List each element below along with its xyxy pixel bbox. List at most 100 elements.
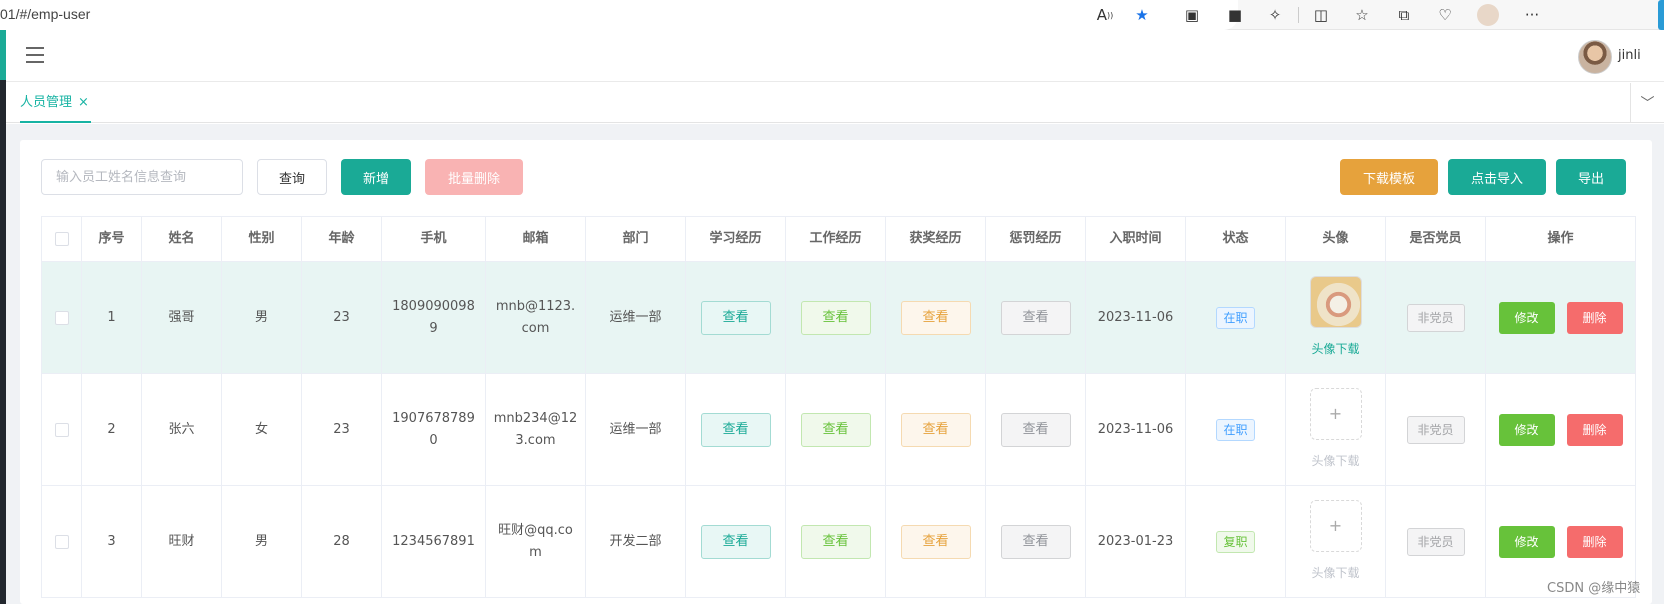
row-checkbox[interactable]: [54, 534, 69, 549]
work-cell: 查看: [786, 262, 886, 373]
view-award-button[interactable]: 查看: [900, 300, 971, 335]
view-study-button[interactable]: 查看: [700, 524, 771, 559]
punish-cell: 查看: [986, 262, 1086, 373]
column-header: 邮箱: [486, 217, 586, 261]
employee-gender: 男: [222, 486, 302, 597]
puzzle-icon[interactable]: ✧: [1264, 4, 1286, 26]
employee-phone: 19076787890: [392, 410, 475, 448]
user-avatar[interactable]: [1578, 40, 1612, 74]
tag-label: 人员管理: [20, 95, 73, 110]
view-study-button[interactable]: 查看: [700, 412, 771, 447]
employee-phone: 18090900989: [392, 298, 475, 336]
profile-avatar-icon[interactable]: [1477, 4, 1499, 26]
collections-icon[interactable]: ⧉: [1393, 4, 1415, 26]
close-icon[interactable]: ×: [78, 95, 89, 110]
select-all-checkbox[interactable]: [54, 232, 69, 246]
status-cell: 复职: [1186, 486, 1286, 597]
work-cell: 查看: [786, 374, 886, 485]
delete-button[interactable]: 删除: [1566, 413, 1623, 446]
edit-button[interactable]: 修改: [1498, 525, 1555, 558]
tag-emp-user[interactable]: 人员管理 ×: [20, 83, 91, 123]
avatar-download-link[interactable]: 头像下载: [1311, 450, 1359, 472]
url-text[interactable]: 01/#/emp-user: [0, 6, 90, 22]
punish-cell: 查看: [986, 486, 1086, 597]
party-status-button[interactable]: 非党员: [1406, 527, 1465, 556]
column-header: 学习经历: [686, 217, 786, 261]
party-cell: 非党员: [1386, 262, 1486, 373]
party-status-button[interactable]: 非党员: [1406, 415, 1465, 444]
avatar-upload-plus-icon[interactable]: +: [1309, 499, 1362, 552]
search-input[interactable]: [41, 159, 243, 195]
view-punish-button[interactable]: 查看: [1000, 300, 1071, 335]
menu-toggle-icon[interactable]: [26, 47, 44, 63]
award-cell: 查看: [886, 486, 986, 597]
view-work-button[interactable]: 查看: [800, 412, 871, 447]
view-punish-button[interactable]: 查看: [1000, 412, 1071, 447]
hire-date: 2023-11-06: [1086, 262, 1186, 373]
employee-name: 旺财: [142, 486, 222, 597]
row-number: 2: [82, 374, 142, 485]
favorite-star-icon[interactable]: ★: [1131, 4, 1153, 26]
more-icon[interactable]: ···: [1521, 4, 1543, 26]
tags-view: 人员管理 × ﹀: [6, 83, 1664, 123]
view-punish-button[interactable]: 查看: [1000, 524, 1071, 559]
avatar-download-link[interactable]: 头像下载: [1311, 338, 1359, 360]
view-study-button[interactable]: 查看: [700, 300, 771, 335]
avatar-cell: + 头像下载: [1286, 486, 1386, 597]
chevron-down-icon[interactable]: ﹀: [1630, 83, 1664, 123]
party-status-button[interactable]: 非党员: [1406, 303, 1465, 332]
address-bar[interactable]: 01/#/emp-user: [0, 0, 1238, 30]
table-row[interactable]: 1 强哥 男 23 18090900989 mnb@1123.com 运维一部 …: [42, 262, 1636, 374]
select-all-cell: [42, 217, 82, 261]
work-cell: 查看: [786, 486, 886, 597]
app-header: jinli: [6, 30, 1664, 82]
employee-email-cell: mnb@1123.com: [486, 262, 586, 373]
column-header: 获奖经历: [886, 217, 986, 261]
view-award-button[interactable]: 查看: [900, 412, 971, 447]
extension-icon[interactable]: ▣: [1181, 4, 1203, 26]
column-header: 头像: [1286, 217, 1386, 261]
download-template-button[interactable]: 下载模板: [1340, 159, 1438, 195]
view-work-button[interactable]: 查看: [800, 524, 871, 559]
delete-button[interactable]: 删除: [1566, 525, 1623, 558]
avatar-upload-plus-icon[interactable]: +: [1309, 387, 1362, 440]
column-header: 姓名: [142, 217, 222, 261]
batch-delete-button[interactable]: 批量删除: [425, 159, 523, 195]
split-screen-icon[interactable]: ◫: [1310, 4, 1332, 26]
import-button[interactable]: 点击导入: [1448, 159, 1546, 195]
edit-button[interactable]: 修改: [1498, 301, 1555, 334]
row-checkbox[interactable]: [54, 422, 69, 437]
employee-name: 强哥: [142, 262, 222, 373]
row-checkbox[interactable]: [54, 310, 69, 325]
add-button[interactable]: 新增: [341, 159, 411, 195]
table-row[interactable]: 2 张六 女 23 19076787890 mnb234@123.com 运维一…: [42, 374, 1636, 486]
view-award-button[interactable]: 查看: [900, 524, 971, 559]
status-badge: 在职: [1216, 306, 1255, 329]
delete-button[interactable]: 删除: [1566, 301, 1623, 334]
column-header: 工作经历: [786, 217, 886, 261]
view-work-button[interactable]: 查看: [800, 300, 871, 335]
extension-icon[interactable]: ■: [1224, 4, 1246, 26]
employee-email: mnb234@123.com: [493, 410, 578, 448]
toolbar-separator: [1298, 7, 1299, 23]
username[interactable]: jinli: [1618, 48, 1641, 63]
table-row[interactable]: 3 旺财 男 28 1234567891 旺财@qq.com 开发二部 查看 查…: [42, 486, 1636, 598]
employee-name: 张六: [142, 374, 222, 485]
employee-avatar-image[interactable]: [1309, 275, 1362, 328]
read-aloud-icon[interactable]: A)): [1094, 4, 1116, 26]
operations-cell: 修改 删除: [1486, 374, 1636, 485]
status-cell: 在职: [1186, 374, 1286, 485]
column-header: 是否党员: [1386, 217, 1486, 261]
employee-email-cell: 旺财@qq.com: [486, 486, 586, 597]
edit-button[interactable]: 修改: [1498, 413, 1555, 446]
query-button[interactable]: 查询: [257, 159, 327, 195]
employee-phone: 1234567891: [392, 533, 475, 549]
csdn-watermark: CSDN @缘中猿: [1547, 581, 1641, 596]
browser-toolbar: 01/#/emp-user A)) ★ ▣ ■ ✧ ◫ ☆ ⧉ ♡ ···: [0, 0, 1664, 30]
export-button[interactable]: 导出: [1556, 159, 1626, 195]
favorites-icon[interactable]: ☆: [1351, 4, 1373, 26]
row-select-cell: [42, 262, 82, 373]
avatar-download-link[interactable]: 头像下载: [1311, 562, 1359, 584]
study-cell: 查看: [686, 262, 786, 373]
performance-icon[interactable]: ♡: [1434, 4, 1456, 26]
